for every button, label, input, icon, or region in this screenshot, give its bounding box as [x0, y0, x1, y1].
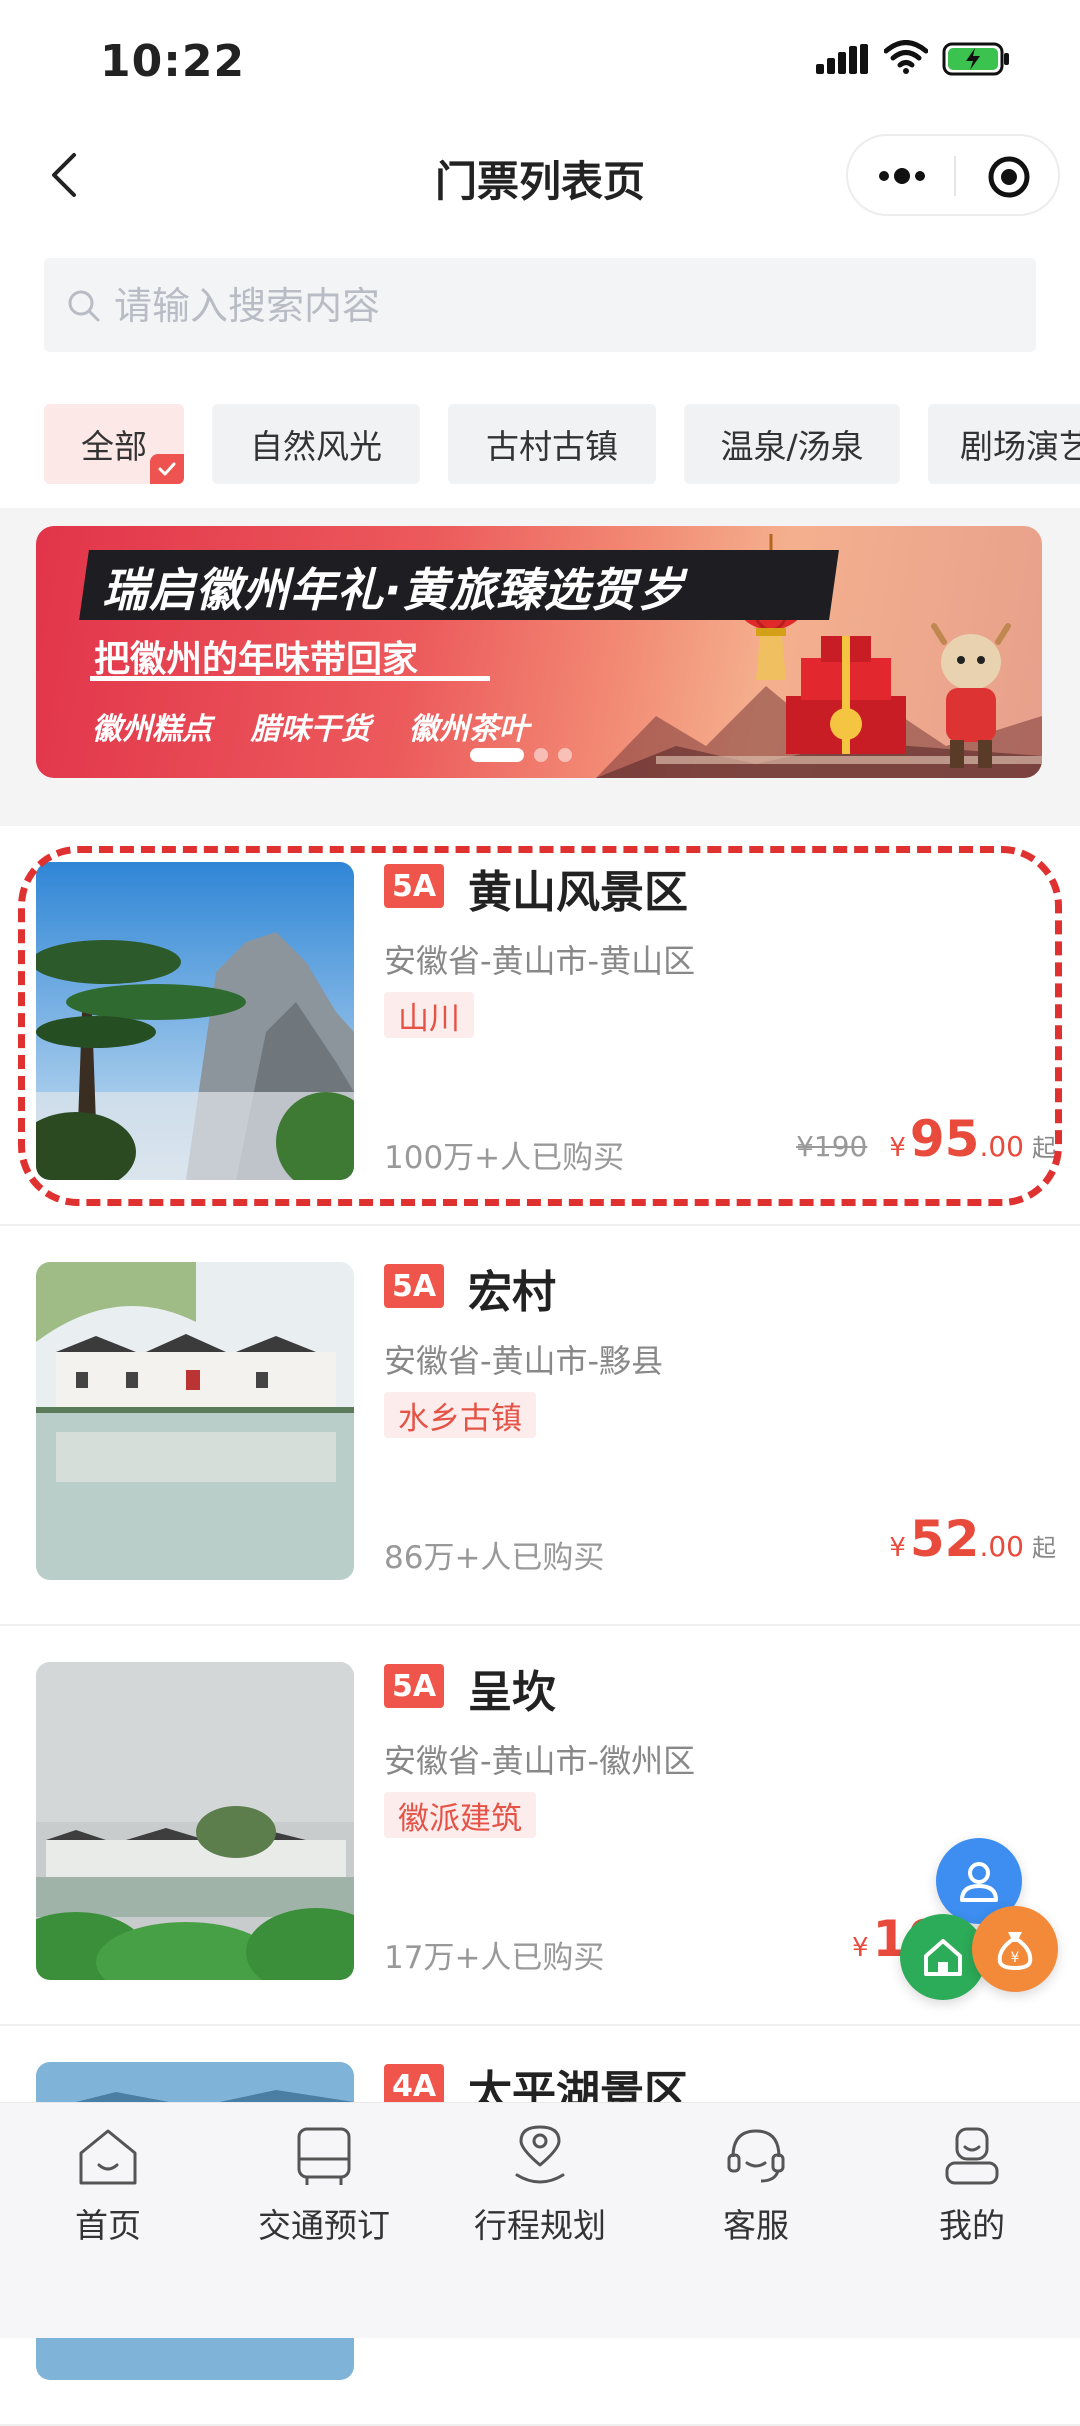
tab-home[interactable]: 首页	[0, 2123, 216, 2247]
product-card-huangshan[interactable]: 5A 黄山风景区 安徽省-黄山市-黄山区 山川 100万+人已购买 ¥190 ¥…	[0, 826, 1080, 1226]
original-price: ¥190	[796, 1130, 868, 1163]
floating-money-bag-button[interactable]: ¥	[972, 1906, 1058, 1992]
tab-customer-service[interactable]: 客服	[648, 2123, 864, 2247]
price-suffix: 起	[1032, 1134, 1056, 1162]
price: ¥ 52 .00 起	[889, 1510, 1056, 1568]
product-location: 安徽省-黄山市-黄山区	[384, 942, 696, 980]
user-icon	[960, 1862, 998, 1902]
tab-label: 交通预订	[258, 2206, 390, 2245]
search-icon	[68, 290, 100, 322]
bottom-tab-bar: 首页 交通预订 行程规划 客服 我的	[0, 2102, 1080, 2338]
currency-symbol: ¥	[889, 1533, 906, 1563]
product-thumbnail	[36, 1662, 354, 1980]
product-thumbnail	[36, 1262, 354, 1580]
tab-label: 我的	[939, 2206, 1005, 2245]
promo-banner[interactable]: 瑞启徽州年礼·黄旅臻选贺岁 把徽州的年味带回家 徽州糕点 腊味干货 徽州茶叶	[36, 526, 1042, 778]
carousel-dot-active[interactable]	[470, 748, 524, 762]
sold-count: 86万+人已购买	[384, 1540, 605, 1576]
bus-icon	[297, 2127, 351, 2185]
product-name: 宏村	[468, 1267, 556, 1318]
category-chip-all[interactable]: 全部	[44, 404, 184, 484]
product-name: 黄山风景区	[468, 867, 688, 918]
product-card-hongcun[interactable]: 5A 宏村 安徽省-黄山市-黟县 水乡古镇 86万+人已购买 ¥ 52 .00 …	[0, 1226, 1080, 1626]
carousel-dot[interactable]	[534, 748, 548, 762]
carousel-indicator	[470, 748, 572, 762]
tab-transport[interactable]: 交通预订	[216, 2123, 432, 2247]
banner-underline	[90, 676, 490, 681]
carousel-dot[interactable]	[558, 748, 572, 762]
banner-title: 瑞启徽州年礼·黄旅臻选贺岁	[102, 563, 685, 617]
tab-label: 行程规划	[474, 2206, 606, 2245]
sold-count: 100万+人已购买	[384, 1140, 625, 1176]
profile-icon	[945, 2127, 999, 2185]
category-filter-bar: 全部 自然风光 古村古镇 温泉/汤泉 剧场演艺	[0, 404, 1080, 486]
price-integer: 52	[909, 1510, 980, 1568]
home-icon	[79, 2129, 137, 2185]
category-chip-hot-spring[interactable]: 温泉/汤泉	[684, 404, 900, 484]
price-decimal: .00	[979, 1530, 1024, 1563]
svg-text:¥: ¥	[1011, 1950, 1020, 1966]
product-thumbnail	[36, 862, 354, 1180]
grade-badge: 5A	[384, 1664, 444, 1708]
category-chip-theater[interactable]: 剧场演艺	[928, 404, 1080, 484]
price-suffix: 起	[1032, 1534, 1056, 1562]
price: ¥190 ¥ 95 .00 起	[796, 1110, 1056, 1168]
search-input[interactable]	[112, 258, 996, 354]
category-chip-label: 剧场演艺	[960, 427, 1080, 466]
mascot-image	[931, 623, 1011, 768]
tab-profile[interactable]: 我的	[864, 2123, 1080, 2247]
grade-badge: 5A	[384, 864, 444, 908]
check-icon	[150, 454, 184, 484]
currency-symbol: ¥	[889, 1133, 906, 1163]
product-tag: 水乡古镇	[384, 1392, 536, 1438]
currency-symbol: ¥	[852, 1933, 869, 1963]
sold-count: 17万+人已购买	[384, 1940, 605, 1976]
capsule-divider	[954, 156, 956, 196]
banner-subtitle: 把徽州的年味带回家	[94, 639, 419, 680]
tab-label: 客服	[723, 2206, 789, 2245]
grade-badge: 5A	[384, 1264, 444, 1308]
mini-program-capsule	[846, 134, 1060, 216]
headset-icon	[727, 2129, 785, 2183]
category-chip-label: 自然风光	[250, 427, 382, 466]
banner-tag: 徽州糕点	[92, 712, 212, 747]
product-location: 安徽省-黄山市-徽州区	[384, 1742, 696, 1780]
signal-icon	[816, 44, 868, 74]
close-target-icon[interactable]	[986, 154, 1032, 204]
home-icon	[924, 1939, 962, 1976]
gift-box-image	[786, 636, 906, 754]
status-time: 10:22	[100, 36, 246, 87]
product-tag: 徽派建筑	[384, 1792, 536, 1838]
wifi-icon	[884, 40, 928, 74]
battery-icon	[942, 42, 1009, 76]
banner-tag: 徽州茶叶	[408, 712, 529, 747]
banner-tag: 腊味干货	[250, 712, 371, 747]
price-decimal: .00	[979, 1130, 1024, 1163]
category-chip-ancient-town[interactable]: 古村古镇	[448, 404, 656, 484]
tab-route-planning[interactable]: 行程规划	[432, 2123, 648, 2247]
category-chip-label: 古村古镇	[486, 427, 618, 466]
money-bag-icon: ¥	[997, 1932, 1033, 1970]
category-chip-label: 全部	[81, 427, 147, 466]
search-box[interactable]	[44, 258, 1036, 354]
price-integer: 95	[909, 1110, 980, 1168]
more-icon[interactable]	[874, 158, 930, 198]
product-tag: 山川	[384, 992, 474, 1038]
tab-label: 首页	[75, 2206, 141, 2245]
route-icon	[515, 2125, 565, 2184]
product-location: 安徽省-黄山市-黟县	[384, 1342, 664, 1380]
category-chip-nature[interactable]: 自然风光	[212, 404, 420, 484]
category-chip-label: 温泉/汤泉	[720, 427, 864, 466]
banner-tags: 徽州糕点 腊味干货 徽州茶叶	[92, 704, 557, 748]
product-name: 呈坎	[468, 1667, 556, 1718]
